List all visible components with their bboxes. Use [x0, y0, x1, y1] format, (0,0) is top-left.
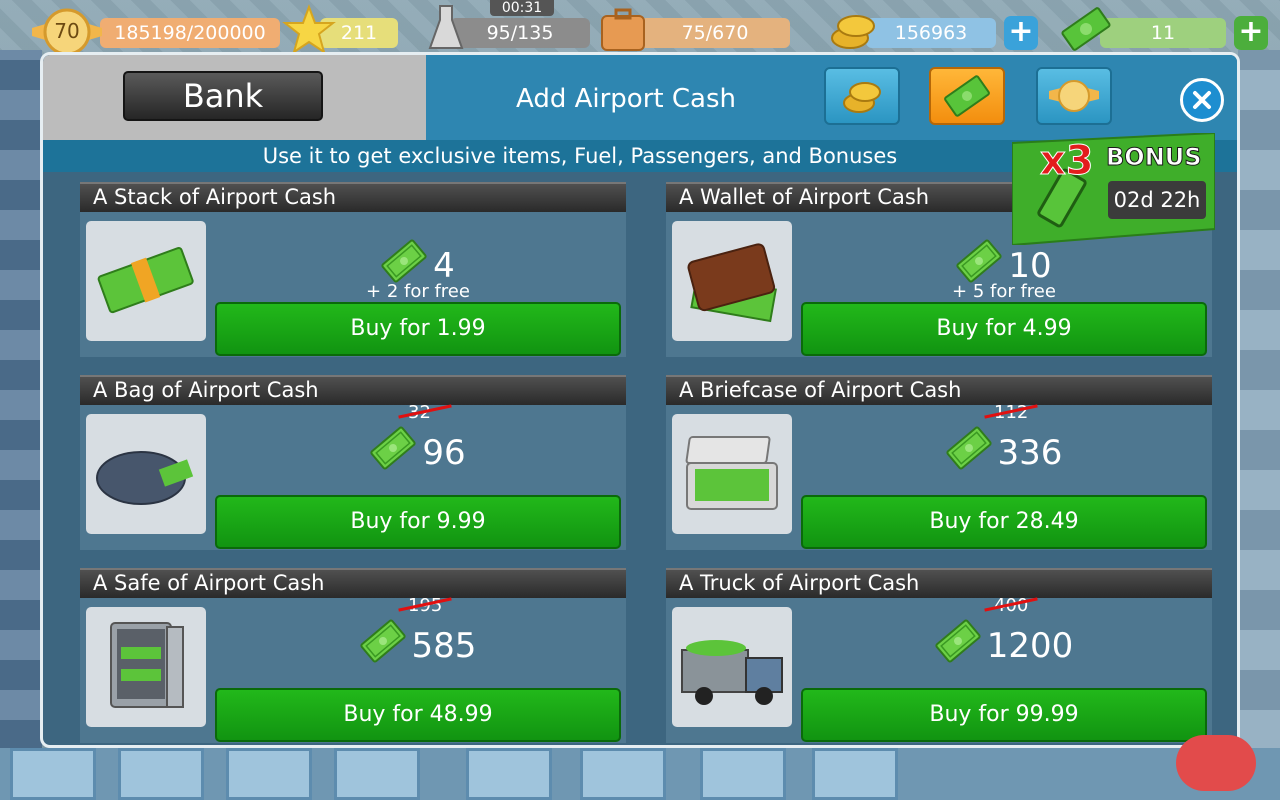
pack-amount: 96 [422, 432, 466, 473]
pack-amount: 336 [997, 432, 1063, 473]
buy-button[interactable]: Buy for 9.99 [215, 495, 621, 549]
old-amount: 195 [398, 595, 452, 616]
fuel-value: 95/135 [486, 22, 554, 44]
coins-bar: 156963 [866, 18, 996, 48]
cash-pack-card: A Stack of Airport Cash 4 + 2 for free Buy … [80, 182, 626, 357]
cash-icon [359, 619, 406, 672]
plus-icon: + [1238, 14, 1264, 49]
tab-coins[interactable] [824, 67, 900, 125]
tab-wings[interactable] [1036, 67, 1112, 125]
storage-bar: 75/670 [640, 18, 790, 48]
level-value: 70 [54, 19, 80, 43]
old-amount: 400 [984, 595, 1038, 616]
amount-row: 585 [210, 619, 626, 672]
level-badge[interactable]: 70 [30, 8, 104, 56]
free-bonus-text: + 5 for free [952, 281, 1056, 302]
bank-tab-area: Bank [43, 55, 426, 140]
buy-button[interactable]: Buy for 99.99 [801, 688, 1207, 742]
truck-icon [672, 607, 792, 727]
close-icon [1193, 91, 1211, 109]
cash-icon [1058, 6, 1114, 52]
close-button[interactable] [1180, 78, 1224, 122]
cash-pack-card: A Briefcase of Airport Cash112 336 Buy for… [666, 375, 1212, 550]
pack-title: A Stack of Airport Cash [80, 182, 626, 212]
star-icon [282, 4, 336, 56]
pack-amount: 585 [411, 625, 477, 666]
add-coins-button[interactable]: + [1004, 16, 1038, 50]
old-amount: 32 [398, 402, 452, 423]
cash-icon [944, 75, 990, 117]
gamepad-icon[interactable] [1176, 735, 1256, 791]
plus-icon: + [1008, 14, 1034, 49]
wallet-icon [672, 221, 792, 341]
tab-cash[interactable] [929, 67, 1005, 125]
briefcase-icon [672, 414, 792, 534]
pack-title: A Safe of Airport Cash [80, 568, 626, 598]
amount-display: 336 [945, 426, 1063, 479]
bonus-timer: 02d 22h [1108, 181, 1206, 219]
timer-label: 00:31 [490, 0, 554, 16]
crate-button[interactable] [226, 748, 312, 800]
storage-value: 75/670 [681, 22, 749, 44]
amount-display: 1200 [935, 619, 1074, 672]
dialog-title: Add Airport Cash [516, 84, 736, 114]
pack-amount: 1200 [986, 625, 1074, 666]
pack-title: A Bag of Airport Cash [80, 375, 626, 405]
cash-icon [935, 619, 981, 672]
add-cash-button[interactable]: + [1234, 16, 1268, 50]
xp-bar: 185198/200000 [100, 18, 280, 48]
amount-row: 1200 [796, 619, 1212, 672]
safe-icon [86, 607, 206, 727]
cash-pack-card: A Truck of Airport Cash400 1200 Buy for 99… [666, 568, 1212, 743]
duffel-bag-icon [86, 414, 206, 534]
pack-title: A Truck of Airport Cash [666, 568, 1212, 598]
buy-button[interactable]: Buy for 48.99 [215, 688, 621, 742]
chest-button[interactable] [334, 748, 420, 800]
settings-button[interactable] [812, 748, 898, 800]
staff-button[interactable] [466, 748, 552, 800]
route-button[interactable] [580, 748, 666, 800]
amount-row: 336 [796, 426, 1212, 479]
buy-button[interactable]: Buy for 1.99 [215, 302, 621, 356]
bank-button[interactable]: Bank [123, 71, 323, 121]
stars-value: 211 [340, 22, 378, 44]
coins-icon [843, 82, 881, 113]
cash-icon [945, 426, 992, 479]
cash-icon [370, 426, 416, 479]
xp-value: 185198/200000 [114, 22, 266, 44]
buy-button[interactable]: Buy for 28.49 [801, 495, 1207, 549]
dialog-subtitle: Use it to get exclusive items, Fuel, Pas… [262, 144, 898, 168]
pack-title: A Briefcase of Airport Cash [666, 375, 1212, 405]
coins-value: 156963 [894, 22, 968, 44]
map-button[interactable] [700, 748, 786, 800]
coins-icon [826, 6, 882, 52]
cash-pack-card: A Bag of Airport Cash32 96 Buy for 9.99 [80, 375, 626, 550]
amount-display: 585 [359, 619, 477, 672]
bonus-label: BONUS [1106, 143, 1203, 172]
shop-button[interactable] [10, 748, 96, 800]
left-side-panel [0, 50, 42, 750]
plane-button[interactable] [118, 748, 204, 800]
free-bonus-text: + 2 for free [366, 281, 470, 302]
buy-button[interactable]: Buy for 4.99 [801, 302, 1207, 356]
fuel-flask-icon [428, 4, 464, 52]
luggage-icon [598, 8, 648, 52]
wings-badge-icon [1049, 80, 1099, 112]
pack-amount: 10 [1008, 245, 1052, 286]
cash-pack-card: A Safe of Airport Cash195 585 Buy for 48.9… [80, 568, 626, 743]
fuel-bar: 95/135 [450, 18, 590, 48]
top-hud: 185198/200000 70 211 95/135 00:31 75/670… [0, 0, 1280, 56]
bonus-multiplier: x3 [1040, 138, 1095, 184]
amount-row: 96 [210, 426, 626, 479]
cash-stack-icon [86, 221, 206, 341]
old-amount: 112 [984, 402, 1038, 423]
cash-value: 11 [1150, 22, 1176, 44]
pack-amount: 4 [433, 245, 455, 286]
right-side-panel [1238, 50, 1280, 750]
cash-bar: 11 [1100, 18, 1226, 48]
amount-display: 96 [370, 426, 466, 479]
bonus-badge: x3 BONUS 02d 22h [1012, 133, 1215, 245]
